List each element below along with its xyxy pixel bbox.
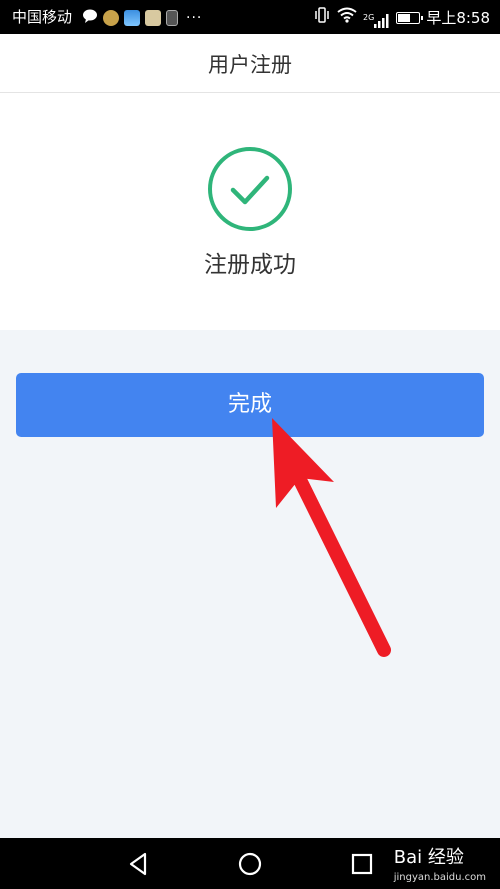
battery-icon (396, 11, 424, 24)
battery-level (398, 13, 410, 22)
vibrate-icon (313, 7, 331, 28)
app-icon-1 (103, 10, 119, 26)
back-triangle-icon[interactable] (125, 850, 153, 878)
more-notifications-indicator: ··· (186, 10, 203, 26)
page-title: 用户注册 (208, 53, 292, 77)
app-icon-2 (124, 10, 140, 26)
watermark-brand: Bai 经验 (393, 847, 464, 868)
watermark-url: jingyan.baidu.com (393, 872, 486, 883)
wifi-icon (337, 7, 357, 28)
carrier-label: 中国移动 (12, 8, 73, 26)
signal-icon: 2G (363, 8, 390, 28)
success-message: 注册成功 (204, 252, 296, 278)
network-type-label: 2G (363, 12, 375, 22)
check-circle-icon (206, 145, 294, 233)
success-panel: 注册成功 (0, 93, 500, 330)
baidu-jingyan-watermark: Bai 经验 jingyan.baidu.com (394, 848, 486, 888)
system-nav-bar: Bai 经验 jingyan.baidu.com (0, 838, 500, 889)
status-right: 2G 早上8:58 (313, 7, 490, 28)
status-bar: 中国移动 ··· 2G 早上8:58 (0, 0, 500, 34)
recents-square-icon[interactable] (348, 850, 376, 878)
app-header: 用户注册 (0, 34, 500, 93)
home-circle-icon[interactable] (236, 850, 264, 878)
status-notification-icons: ··· (82, 8, 202, 28)
phone-screen: 中国移动 ··· 2G 早上8:58 用户注册 注册成功 完成 Bai 经验 j… (0, 0, 500, 889)
message-bubble-icon (82, 8, 98, 28)
app-icon-3 (145, 10, 161, 26)
done-button[interactable]: 完成 (16, 373, 484, 437)
sim-icon (166, 10, 178, 26)
clock: 早上8:58 (426, 8, 490, 27)
